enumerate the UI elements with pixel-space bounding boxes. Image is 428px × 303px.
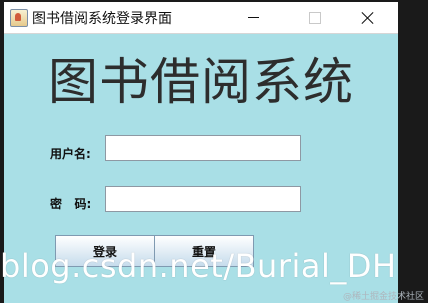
password-input[interactable] [105, 186, 301, 212]
close-button[interactable] [345, 2, 391, 33]
password-label: 密 码: [50, 197, 92, 211]
window-title: 图书借阅系统登录界面 [32, 11, 172, 27]
maximize-icon [309, 11, 321, 24]
watermark-text: blog.csdn.net/Burial_DH [0, 247, 397, 285]
username-label: 用户名: [50, 147, 91, 161]
system-heading: 图书借阅系统 [48, 53, 354, 111]
minimize-icon [247, 17, 259, 18]
juejin-watermark: @稀土掘金技术社区 [343, 292, 425, 302]
maximize-button[interactable] [292, 2, 338, 33]
close-icon [362, 12, 374, 24]
title-bar[interactable]: 图书借阅系统登录界面 [4, 2, 398, 34]
java-cup-icon [10, 9, 28, 27]
minimize-button[interactable] [230, 2, 276, 33]
username-input[interactable] [105, 135, 301, 161]
